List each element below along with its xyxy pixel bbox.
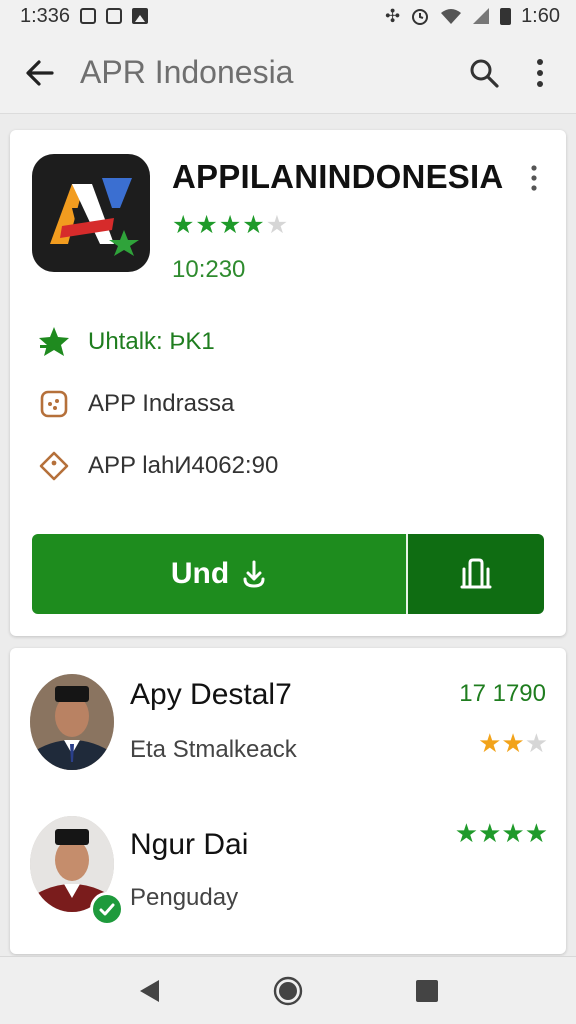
battery-icon: [500, 7, 512, 25]
search-icon: [470, 59, 499, 88]
review-text: Penguday: [130, 884, 239, 911]
app-card: APPILANINDONESIA ★★★★★ 10:230 Uhtalk: ÞK…: [10, 130, 566, 636]
info-row-developer: APP Indrassa: [36, 384, 234, 424]
download-icon: [243, 560, 265, 588]
status-right: ✣ 1:60: [385, 5, 560, 28]
install-label: Und: [170, 557, 230, 590]
star-empty-icon: ★: [265, 211, 290, 239]
nav-home-button[interactable]: [258, 961, 318, 1021]
cell-signal-icon: [473, 8, 490, 24]
star-filled-icon: ★: [478, 728, 502, 758]
app-rating-stars: ★★★★★: [172, 210, 289, 240]
page-title: APR Indonesia: [80, 54, 294, 90]
install-button[interactable]: Und: [32, 534, 406, 614]
review-text: Eta Stmalkeack: [130, 736, 297, 763]
wifi-icon: [441, 9, 462, 24]
recents-square-icon: [415, 979, 438, 1002]
status-left: 1:336: [20, 4, 149, 28]
star-filled-icon: ★: [172, 211, 196, 239]
more-vert-icon: [537, 58, 543, 87]
info-text: APP lahИ4062:90: [88, 452, 279, 479]
review-rating-stars: ★★★★: [455, 818, 548, 849]
star-filled-icon: ★: [454, 818, 479, 848]
verified-badge-icon: [90, 892, 124, 926]
review-rating-stars: ★★★: [478, 728, 548, 759]
review-count: 17 1790: [459, 680, 546, 707]
info-row-uhtalk: Uhtalk: ÞK1: [36, 322, 215, 362]
alarm-icon: [412, 9, 429, 25]
info-row-version: APP lahИ4062:90: [36, 446, 278, 486]
reviewer-name: Ngur Dai: [130, 828, 249, 861]
star-filled-icon: ★: [195, 211, 219, 239]
reviewer-name: Apy Destal7: [130, 678, 292, 711]
reviews-card: Apy Destal7 Eta Stmalkeack 17 1790 ★★★ N…: [10, 648, 566, 954]
avatar: [30, 674, 114, 770]
signal-glyph-icon: ✣: [384, 6, 401, 26]
nav-recents-button[interactable]: [397, 961, 457, 1021]
star-filled-icon: ★: [501, 728, 525, 758]
app-name: APPILANINDONESIA: [172, 158, 504, 195]
system-nav-bar: [0, 956, 576, 1024]
app-card-menu-button[interactable]: [520, 160, 548, 196]
info-text: Uhtalk: ÞK1: [88, 328, 215, 355]
status-bar: 1:336 ✣ 1:60: [0, 0, 576, 32]
dice-icon: [36, 386, 72, 422]
star-filled-icon: ★: [242, 211, 266, 239]
star-empty-icon: ★: [524, 728, 548, 758]
app-bar: APR Indonesia: [0, 32, 576, 114]
back-button[interactable]: [0, 32, 80, 114]
back-arrow-icon: [26, 59, 54, 86]
status-time-left: 1:336: [20, 4, 71, 27]
home-circle-icon: [273, 976, 303, 1005]
search-button[interactable]: [456, 32, 512, 114]
app-logo-icon: [32, 154, 150, 272]
list-item[interactable]: Apy Destal7 Eta Stmalkeack 17 1790 ★★★: [10, 648, 566, 788]
star-filled-icon: ★: [218, 211, 243, 239]
overflow-menu-button[interactable]: [512, 32, 568, 114]
star-filled-icon: ★: [501, 818, 525, 848]
nav-back-button[interactable]: [119, 961, 179, 1021]
star-badge-icon: [36, 324, 72, 360]
status-time-right: 1:60: [521, 4, 560, 27]
star-filled-icon: ★: [524, 818, 548, 848]
notification-square-icon: [80, 8, 97, 24]
more-vert-icon: [531, 165, 537, 191]
notification-square-icon: [106, 8, 123, 24]
back-triangle-icon: [140, 979, 160, 1002]
share-phone-icon: [460, 558, 492, 589]
tag-diamond-icon: [36, 448, 72, 484]
share-button[interactable]: [408, 534, 544, 614]
info-text: APP Indrassa: [88, 390, 235, 417]
image-icon: [132, 8, 149, 24]
app-rating-count: 10:230: [172, 256, 246, 283]
star-filled-icon: ★: [478, 818, 502, 848]
